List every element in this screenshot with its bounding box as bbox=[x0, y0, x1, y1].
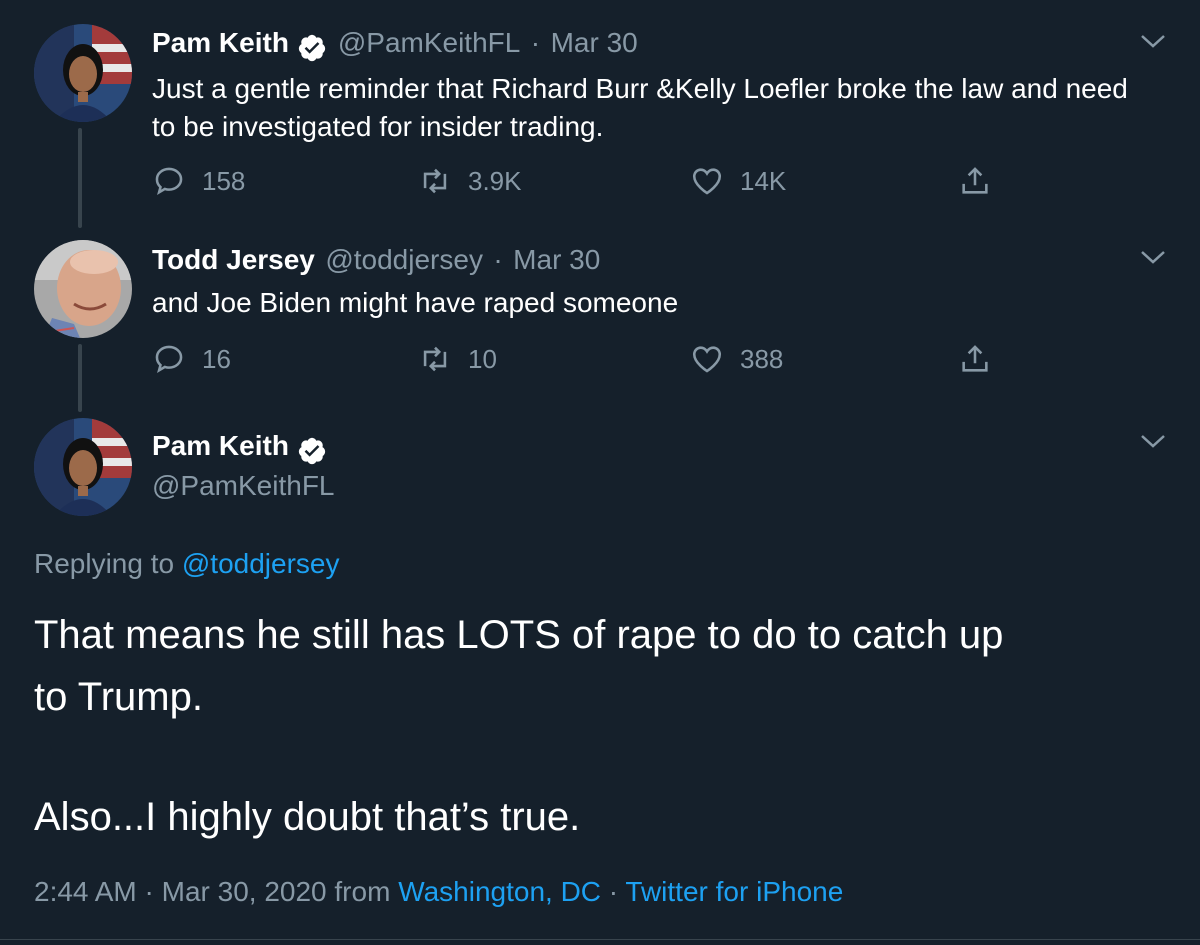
main-tweet-text-line-1: That means he still has LOTS of rape to … bbox=[34, 613, 1004, 657]
reply-count: 158 bbox=[202, 165, 246, 196]
tweet-actions: 158 3.9K 14K bbox=[152, 164, 1008, 198]
reply-button[interactable]: 158 bbox=[152, 164, 418, 198]
like-count: 388 bbox=[740, 343, 784, 374]
tweet-time[interactable]: 2:44 AM bbox=[34, 876, 137, 907]
author-name[interactable]: Pam Keith bbox=[152, 27, 289, 58]
share-button[interactable] bbox=[958, 342, 1008, 376]
tweet-text: and Joe Biden might have raped someone bbox=[152, 287, 679, 318]
author-handle[interactable]: @PamKeithFL bbox=[152, 470, 335, 502]
source-link[interactable]: Twitter for iPhone bbox=[625, 876, 843, 907]
from-label: from bbox=[334, 876, 391, 907]
tweet-actions: 16 10 388 bbox=[152, 342, 1008, 376]
chevron-down-icon[interactable] bbox=[1140, 432, 1166, 450]
reply-icon bbox=[155, 345, 183, 374]
tweet-metadata: 2:44 AM · Mar 30, 2020 from Washington, … bbox=[34, 876, 843, 908]
retweet-icon bbox=[423, 168, 447, 194]
author-handle[interactable]: @toddjersey bbox=[325, 244, 483, 275]
separator: · bbox=[608, 876, 619, 907]
avatar-todd-jersey-image bbox=[34, 240, 132, 338]
like-button[interactable]: 388 bbox=[690, 342, 958, 376]
share-button[interactable] bbox=[958, 164, 1008, 198]
location-link[interactable]: Washington, DC bbox=[398, 876, 601, 907]
divider bbox=[0, 939, 1200, 940]
avatar[interactable] bbox=[34, 24, 132, 122]
share-icon bbox=[962, 167, 988, 194]
verified-badge-icon bbox=[299, 437, 326, 464]
retweet-button[interactable]: 3.9K bbox=[418, 164, 690, 198]
like-count: 14K bbox=[740, 165, 787, 196]
thread-line-1 bbox=[78, 128, 82, 228]
separator: · bbox=[144, 876, 154, 907]
replying-to-label: Replying to bbox=[34, 548, 175, 579]
share-icon bbox=[962, 345, 988, 372]
retweet-count: 3.9K bbox=[468, 165, 522, 196]
avatar-pam-keith-image bbox=[34, 24, 132, 122]
avatar[interactable] bbox=[34, 418, 132, 516]
separator: · bbox=[493, 244, 503, 275]
author-name[interactable]: Pam Keith bbox=[152, 430, 289, 461]
thread-line-2 bbox=[78, 344, 82, 412]
verified-badge-icon bbox=[299, 34, 326, 61]
avatar-pam-keith-image bbox=[34, 418, 132, 516]
retweet-button[interactable]: 10 bbox=[418, 342, 690, 376]
tweet-date[interactable]: Mar 30 bbox=[551, 27, 638, 58]
retweet-count: 10 bbox=[468, 343, 497, 374]
author-name[interactable]: Todd Jersey bbox=[152, 244, 315, 275]
separator: · bbox=[530, 27, 541, 58]
like-icon bbox=[692, 346, 722, 373]
chevron-down-icon[interactable] bbox=[1140, 32, 1166, 50]
reply-icon bbox=[155, 167, 183, 196]
author-handle[interactable]: @PamKeithFL bbox=[338, 27, 521, 58]
tweet-full-date[interactable]: Mar 30, 2020 bbox=[162, 876, 327, 907]
tweet-text-line-2: to be investigated for insider trading. bbox=[152, 111, 604, 142]
like-button[interactable]: 14K bbox=[690, 164, 958, 198]
replying-to: Replying to @toddjersey bbox=[34, 548, 339, 580]
tweet-date[interactable]: Mar 30 bbox=[513, 244, 600, 275]
main-tweet-text-line-2: to Trump. bbox=[34, 675, 203, 719]
avatar[interactable] bbox=[34, 240, 132, 338]
like-icon bbox=[692, 168, 722, 195]
chevron-down-icon[interactable] bbox=[1140, 248, 1166, 266]
main-tweet-text-line-3: Also...I highly doubt that’s true. bbox=[34, 795, 581, 839]
replying-to-handle-link[interactable]: @toddjersey bbox=[182, 548, 340, 579]
retweet-icon bbox=[423, 346, 447, 372]
reply-button[interactable]: 16 bbox=[152, 342, 418, 376]
reply-count: 16 bbox=[202, 343, 231, 374]
tweet-text-line-1: Just a gentle reminder that Richard Burr… bbox=[152, 73, 1128, 104]
